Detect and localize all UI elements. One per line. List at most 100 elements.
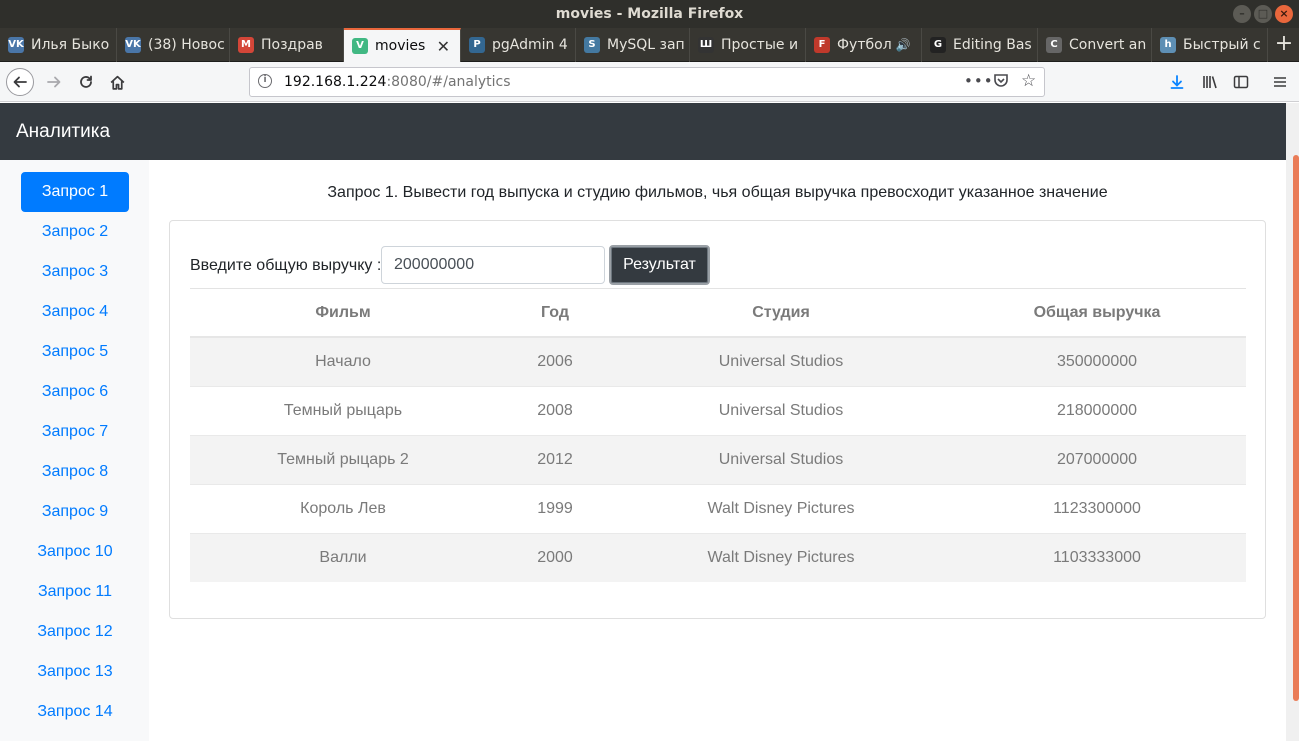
github-icon: G [930, 37, 946, 53]
browser-tab[interactable]: C Convert an [1038, 28, 1152, 62]
sidebar-item-query-8[interactable]: Запрос 8 [21, 452, 129, 492]
tab-title: Простые и [721, 37, 799, 53]
result-button[interactable]: Результат [609, 245, 710, 285]
menu-button[interactable] [1266, 68, 1294, 96]
sidebar-item-query-13[interactable]: Запрос 13 [21, 652, 129, 692]
speaker-icon[interactable]: 🔊 [896, 38, 911, 52]
cell-year: 2012 [496, 434, 614, 484]
cell-film: Темный рыцарь 2 [190, 434, 496, 484]
query-sidebar: Запрос 1 Запрос 2 Запрос 3 Запрос 4 Запрос 5… [0, 160, 149, 741]
sidebar-item-query-11[interactable]: Запрос 11 [21, 572, 129, 612]
window-titlebar: movies - Mozilla Firefox – □ × [0, 0, 1299, 28]
browser-tab[interactable]: M Поздрав [230, 28, 344, 62]
cell-studio: Universal Studios [614, 336, 948, 386]
cell-film: Валли [190, 532, 496, 582]
reload-icon [80, 75, 92, 88]
browser-tab[interactable]: VK Илья Быко [0, 28, 117, 62]
tab-title: movies [375, 38, 426, 54]
sidebar-toggle-button[interactable] [1227, 68, 1255, 96]
browser-tab[interactable]: F Футбол 🔊 [806, 28, 922, 62]
cell-year: 2006 [496, 336, 614, 386]
address-bar[interactable]: i 192.168.1.224:8080/#/analytics ••• ☆ [249, 67, 1045, 97]
new-tab-icon[interactable]: + [1269, 28, 1299, 62]
page-actions-icon[interactable]: ••• [964, 72, 994, 90]
tab-title: pgAdmin 4 [492, 37, 568, 53]
cell-year: 1999 [496, 483, 614, 533]
cell-studio: Walt Disney Pictures [614, 532, 948, 582]
close-window-icon[interactable]: × [1275, 5, 1293, 23]
results-table: Фильм Год Студия Общая выручка Начало 200… [190, 289, 1246, 582]
tab-strip: VK Илья Быко VK (38) Новос M Поздрав Vmovies ✕ P… [0, 28, 1299, 62]
cell-studio: Universal Studios [614, 385, 948, 435]
column-header-studio: Студия [614, 289, 948, 338]
sidebar-item-query-10[interactable]: Запрос 10 [21, 532, 129, 572]
habr-h-icon: h [1160, 37, 1176, 53]
table-row: Король Лев 1999 Walt Disney Pictures 112330… [190, 483, 1246, 533]
sidebar-item-query-12[interactable]: Запрос 12 [21, 612, 129, 652]
app-brand[interactable]: Аналитика [16, 121, 110, 143]
library-button[interactable] [1196, 68, 1224, 96]
scrollbar-thumb[interactable] [1293, 155, 1299, 701]
window-title: movies - Mozilla Firefox [555, 6, 744, 22]
browser-tab[interactable]: PpgAdmin 4 [461, 28, 576, 62]
sidebar-item-query-5[interactable]: Запрос 5 [21, 332, 129, 372]
cell-studio: Walt Disney Pictures [614, 483, 948, 533]
cell-film: Король Лев [190, 483, 496, 533]
pocket-icon[interactable] [993, 72, 1009, 92]
tab-title: Быстрый с [1183, 37, 1261, 53]
minimize-icon[interactable]: – [1233, 5, 1251, 23]
cell-film: Начало [190, 336, 496, 386]
close-tab-icon[interactable]: ✕ [437, 37, 450, 56]
cell-year: 2000 [496, 532, 614, 582]
sidebar-item-query-9[interactable]: Запрос 9 [21, 492, 129, 532]
revenue-label: Введите общую выручку : [190, 257, 382, 274]
back-button[interactable] [6, 68, 34, 96]
site-info-icon[interactable]: i [258, 74, 272, 88]
tab-title: Поздрав [261, 37, 323, 53]
revenue-input[interactable] [381, 246, 605, 284]
gmail-icon: M [238, 37, 254, 53]
arrow-left-icon [13, 76, 27, 88]
browser-tab[interactable]: G Editing Bas [922, 28, 1038, 62]
column-header-year: Год [496, 289, 614, 338]
browser-tab[interactable]: Ш Простые и [690, 28, 806, 62]
browser-tab[interactable]: VK (38) Новос [117, 28, 230, 62]
tab-title: (38) Новос [148, 37, 225, 53]
nav-toolbar: i 192.168.1.224:8080/#/analytics ••• ☆ [0, 62, 1299, 102]
hamburger-icon [1274, 77, 1286, 87]
cell-revenue: 218000000 [948, 385, 1246, 435]
home-icon [110, 75, 124, 90]
tab-title: Editing Bas [953, 37, 1032, 53]
sidebar-item-query-14[interactable]: Запрос 14 [21, 692, 129, 732]
tab-title: Илья Быко [31, 37, 110, 53]
pgadmin-icon: P [469, 37, 485, 53]
download-icon [1170, 75, 1184, 89]
vue-icon: V [352, 38, 368, 54]
browser-tab[interactable]: S MySQL зап [576, 28, 690, 62]
maximize-icon[interactable]: □ [1254, 5, 1272, 23]
browser-tab[interactable]: Vmovies ✕ [344, 28, 461, 62]
vk-icon: VK [8, 37, 24, 53]
cloud-icon: C [1046, 37, 1062, 53]
cell-revenue: 1123300000 [948, 483, 1246, 533]
sidebar-item-query-7[interactable]: Запрос 7 [21, 412, 129, 452]
arrow-right-icon [47, 76, 61, 88]
cell-year: 2008 [496, 385, 614, 435]
sidebar-item-query-3[interactable]: Запрос 3 [21, 252, 129, 292]
url-text[interactable]: 192.168.1.224:8080/#/analytics [284, 74, 511, 90]
window-controls: – □ × [1233, 5, 1293, 23]
bookmark-star-icon[interactable]: ☆ [1021, 71, 1036, 91]
sidebar-item-query-4[interactable]: Запрос 4 [21, 292, 129, 332]
forward-button[interactable] [40, 68, 68, 96]
sidebar-item-query-6[interactable]: Запрос 6 [21, 372, 129, 412]
query-card: Введите общую выручку : Результат Фильм … [169, 220, 1266, 619]
cell-film: Темный рыцарь [190, 385, 496, 435]
app-header: Аналитика [0, 103, 1286, 160]
downloads-button[interactable] [1163, 68, 1191, 96]
home-button[interactable] [103, 68, 131, 96]
library-icon [1202, 76, 1217, 89]
sidebar-item-query-2[interactable]: Запрос 2 [21, 212, 129, 252]
browser-tab[interactable]: h Быстрый с [1152, 28, 1268, 62]
reload-button[interactable] [72, 68, 100, 96]
sidebar-item-query-1[interactable]: Запрос 1 [21, 172, 129, 212]
